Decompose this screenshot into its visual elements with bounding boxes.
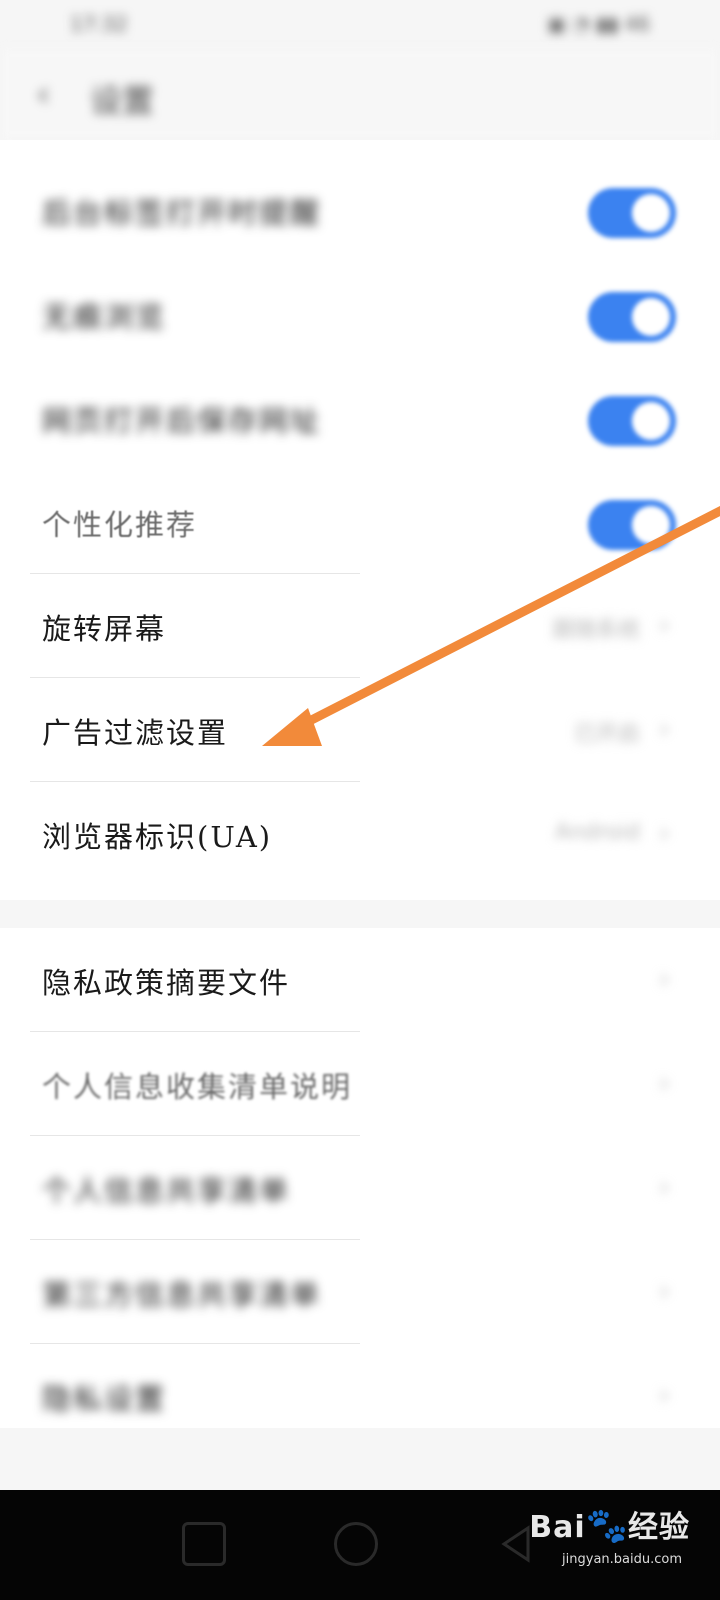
setting-row-incognito[interactable]: 无痕浏览 bbox=[0, 262, 720, 366]
baidu-jingyan-watermark: Bai🐾经验 jingyan.baidu.com bbox=[529, 1502, 690, 1567]
settings-section-general: 后台标签打开时提醒 无痕浏览 网页打开后保存网址 个性化推荐 旋转屏幕 跟随系统… bbox=[0, 140, 720, 900]
setting-label: 个性化推荐 bbox=[42, 508, 198, 542]
toggle-knob bbox=[632, 298, 670, 336]
chevron-right-icon: › bbox=[658, 712, 670, 745]
page-title: 设置 bbox=[90, 82, 155, 120]
toggle-switch[interactable] bbox=[588, 188, 676, 238]
settings-section-privacy: 隐私政策摘要文件 › 个人信息收集清单说明 › 个人信息共享清单 › 第三方信息… bbox=[0, 928, 720, 1428]
setting-value: 跟随系统 bbox=[551, 618, 640, 643]
watermark-brand-tail: 经验 bbox=[628, 1510, 690, 1545]
setting-label: 第三方信息共享清单 bbox=[42, 1278, 322, 1312]
chevron-right-icon: › bbox=[658, 608, 670, 641]
setting-label: 隐私政策摘要文件 bbox=[42, 966, 291, 1000]
status-icons: ▣ ◔ ▮▮ 46 bbox=[547, 12, 650, 36]
paw-logo-icon: 🐾 bbox=[585, 1506, 628, 1546]
toggle-switch[interactable] bbox=[588, 396, 676, 446]
setting-label: 无痕浏览 bbox=[42, 300, 167, 334]
chevron-right-icon: › bbox=[658, 1378, 670, 1411]
chevron-right-icon: › bbox=[658, 816, 670, 849]
setting-row-personalized-recommendation[interactable]: 个性化推荐 bbox=[0, 470, 720, 574]
setting-row-info-collection[interactable]: 个人信息收集清单说明 › bbox=[0, 1032, 720, 1136]
setting-row-info-sharing[interactable]: 个人信息共享清单 › bbox=[0, 1136, 720, 1240]
app-header: ‹ 设置 bbox=[0, 48, 720, 140]
setting-label: 个人信息共享清单 bbox=[42, 1174, 291, 1208]
status-time: 17:32 bbox=[70, 12, 128, 36]
watermark-url: jingyan.baidu.com bbox=[562, 1552, 682, 1567]
setting-label: 个人信息收集清单说明 bbox=[42, 1070, 353, 1104]
setting-label: 广告过滤设置 bbox=[42, 716, 229, 750]
setting-label: 旋转屏幕 bbox=[42, 612, 167, 646]
toggle-knob bbox=[632, 506, 670, 544]
chevron-right-icon: › bbox=[658, 1170, 670, 1203]
chevron-right-icon: › bbox=[658, 1274, 670, 1307]
toggle-knob bbox=[632, 402, 670, 440]
back-arrow-icon[interactable]: ‹ bbox=[36, 74, 50, 115]
setting-row-save-url[interactable]: 网页打开后保存网址 bbox=[0, 366, 720, 470]
setting-row-third-party[interactable]: 第三方信息共享清单 › bbox=[0, 1240, 720, 1344]
setting-row-background-tab[interactable]: 后台标签打开时提醒 bbox=[0, 158, 720, 262]
watermark-brand: Bai bbox=[529, 1510, 586, 1545]
chevron-right-icon: › bbox=[658, 962, 670, 995]
toggle-knob bbox=[632, 194, 670, 232]
toggle-switch[interactable] bbox=[588, 500, 676, 550]
setting-value: 已开启 bbox=[573, 722, 640, 747]
setting-row-ad-filter[interactable]: 广告过滤设置 已开启 › bbox=[0, 678, 720, 782]
setting-row-rotate-screen[interactable]: 旋转屏幕 跟随系统 › bbox=[0, 574, 720, 678]
setting-label: 网页打开后保存网址 bbox=[42, 404, 322, 438]
toggle-switch[interactable] bbox=[588, 292, 676, 342]
recent-apps-icon[interactable] bbox=[182, 1522, 226, 1566]
setting-label: 后台标签打开时提醒 bbox=[42, 196, 322, 230]
setting-label: 浏览器标识(UA) bbox=[42, 820, 273, 854]
status-bar: 17:32 ▣ ◔ ▮▮ 46 bbox=[0, 0, 720, 48]
home-icon[interactable] bbox=[334, 1522, 378, 1566]
chevron-right-icon: › bbox=[658, 1066, 670, 1099]
setting-value: Android bbox=[554, 820, 640, 845]
setting-row-privacy-settings[interactable]: 隐私设置 › bbox=[0, 1344, 720, 1448]
setting-label: 隐私设置 bbox=[42, 1382, 167, 1416]
setting-row-privacy-summary[interactable]: 隐私政策摘要文件 › bbox=[0, 928, 720, 1032]
setting-row-user-agent[interactable]: 浏览器标识(UA) Android › bbox=[0, 782, 720, 886]
